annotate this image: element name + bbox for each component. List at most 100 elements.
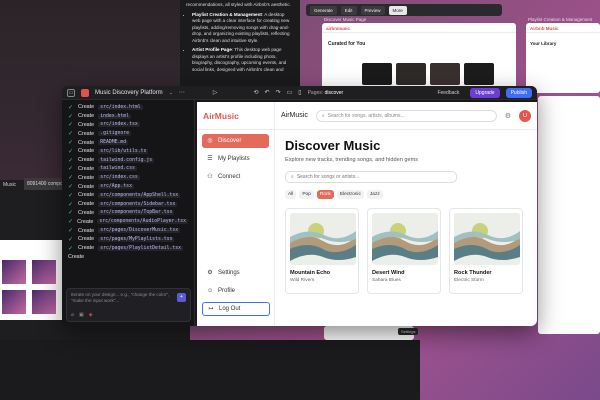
ghost-page-label-2: Playlist Creation & Management xyxy=(528,17,593,22)
track-artist: Sahara Blues xyxy=(372,278,401,283)
more-icon[interactable]: ⋯ xyxy=(179,89,185,96)
background-bottom xyxy=(0,340,420,400)
track-card[interactable]: Desert Wind Sahara Blues xyxy=(367,208,441,294)
attach-icon[interactable]: ⌀ xyxy=(71,312,74,318)
header-search-input[interactable]: ⌕ Search for songs, artists, albums... xyxy=(315,109,497,122)
track-title: Desert Wind xyxy=(372,270,405,276)
log-row: ✓ Create src/index.tsx xyxy=(68,121,188,130)
header-brand: AirMusic xyxy=(281,112,308,119)
mobile-view-icon[interactable]: ▯ xyxy=(298,89,301,96)
check-icon: ✓ xyxy=(68,113,74,120)
settings-chip[interactable]: Settings xyxy=(398,328,419,335)
project-title[interactable]: Music Discovery Platform xyxy=(95,90,163,96)
compass-icon: ◎ xyxy=(207,138,213,144)
log-verb: Create xyxy=(78,139,95,146)
settings-icon[interactable]: ⚙ xyxy=(505,112,511,120)
play-icon[interactable]: ▷ xyxy=(213,89,218,96)
undo-icon[interactable]: ↶ xyxy=(265,89,270,96)
check-icon: ✓ xyxy=(68,219,74,226)
sidebar-item-settings[interactable]: ⚙ Settings xyxy=(202,266,270,280)
genre-chip-jazz[interactable]: Jazz xyxy=(366,190,383,199)
app-brand[interactable]: AirMusic xyxy=(197,102,274,130)
more-button[interactable]: More xyxy=(388,5,407,15)
feedback-button[interactable]: Feedback xyxy=(432,88,464,98)
page-selector[interactable]: Pages: discover xyxy=(308,90,344,96)
generation-log-panel: ✓ Create src/index.html ✓ Create index.html ✓ C… xyxy=(62,100,195,326)
sidebar-item-logout[interactable]: ↦ Log Out xyxy=(202,302,270,316)
builder-window: ▭ Music Discovery Platform ⌄ ⋯ ▷ ⟲ ↶ ↷ ▭… xyxy=(62,86,537,326)
sidebar-item-connect[interactable]: ⚇ Connect xyxy=(202,170,269,184)
log-row: ✓ Create .gitignore xyxy=(68,129,188,138)
user-icon: ☺ xyxy=(207,288,214,294)
ghost-discover-page[interactable]: airbnmusic Curated for You xyxy=(322,23,516,89)
genre-chip-all[interactable]: All xyxy=(285,190,297,199)
track-artist: Electric Storm xyxy=(454,278,484,283)
log-verb: Create xyxy=(78,165,95,172)
log-verb: Create xyxy=(78,174,95,181)
log-file-path: .gitignore xyxy=(98,131,132,137)
album-art xyxy=(372,213,438,265)
ghost-playlist-page[interactable]: Airbnb Music Your Library xyxy=(526,23,600,93)
chevron-down-icon[interactable]: ⌄ xyxy=(169,90,173,96)
log-file-path: src/components/AppShell.tsx xyxy=(98,192,181,198)
gear-icon: ⚙ xyxy=(207,270,213,276)
publish-button[interactable]: Publish xyxy=(505,87,532,98)
preview-toolbar: Generate Edit Preview More xyxy=(306,4,502,16)
genre-chip-rock[interactable]: Rock xyxy=(316,190,334,199)
history-icon[interactable]: ⟲ xyxy=(254,89,259,96)
log-verb: Create xyxy=(78,121,95,128)
check-icon: ✓ xyxy=(68,192,74,199)
app-sidebar: AirMusic ◎ Discover ☰ My Playlists ⚇ Con… xyxy=(197,102,275,326)
song-search-input[interactable]: ⌕ Search for songs or artists... xyxy=(285,171,457,183)
page-subtitle: Explore new tracks, trending songs, and … xyxy=(285,157,419,163)
logout-icon: ↦ xyxy=(208,306,214,312)
search-icon: ⌕ xyxy=(321,112,325,119)
log-verb: Create xyxy=(78,113,95,120)
check-icon: ✓ xyxy=(68,131,74,138)
log-file-path: index.html xyxy=(98,113,132,119)
log-verb: Create xyxy=(78,183,95,190)
genre-chip-pop[interactable]: Pop xyxy=(299,190,314,199)
sidebar-toggle-icon[interactable]: ▭ xyxy=(67,88,75,97)
log-verb: Create xyxy=(78,236,95,243)
log-verb: Create xyxy=(78,148,95,155)
log-file-path: tailwind.css xyxy=(98,166,137,172)
sidebar-item-profile[interactable]: ☺ Profile xyxy=(202,284,270,298)
log-verb: Create xyxy=(68,253,85,260)
design-notes: recommendations, all styled with Airbnb'… xyxy=(180,0,300,90)
genre-chip-electronic[interactable]: Electronic xyxy=(336,190,364,199)
log-file-path: src/lib/utils.ts xyxy=(98,148,149,154)
send-button[interactable]: + xyxy=(177,293,186,302)
sidebar-item-my-playlists[interactable]: ☰ My Playlists xyxy=(202,152,269,166)
log-row: ✓ Create src/components/AudioPlayer.tsx xyxy=(68,217,188,226)
log-file-path: src/App.tsx xyxy=(98,184,134,190)
page-title: Discover Music xyxy=(285,138,381,153)
log-row: ✓ Create src/pages/MyPlaylists.tsx xyxy=(68,235,188,244)
log-verb: Create xyxy=(78,104,95,111)
image-icon[interactable]: ▣ xyxy=(79,312,84,318)
track-card[interactable]: Rock Thunder Electric Storm xyxy=(449,208,523,294)
log-file-path: tailwind.config.js xyxy=(98,157,155,163)
figma-icon[interactable]: ◈ xyxy=(89,312,93,318)
edit-button[interactable]: Edit xyxy=(340,5,357,15)
album-art xyxy=(290,213,356,265)
prompt-input[interactable]: Iterate on your design... e.g., "change … xyxy=(66,288,191,322)
log-row-pending: Create xyxy=(68,253,188,262)
log-verb: Create xyxy=(78,245,95,252)
log-file-path: src/components/Sidebar.tsx xyxy=(98,201,178,207)
track-card[interactable]: Mountain Echo Wild Rivers xyxy=(285,208,359,294)
check-icon: ✓ xyxy=(68,148,74,155)
upgrade-button[interactable]: Upgrade xyxy=(470,87,500,98)
log-verb: Create xyxy=(78,201,95,208)
sidebar-item-discover[interactable]: ◎ Discover xyxy=(202,134,269,148)
redo-icon[interactable]: ↷ xyxy=(276,89,281,96)
album-art xyxy=(454,213,520,265)
log-file-path: src/index.tsx xyxy=(98,122,140,128)
track-title: Mountain Echo xyxy=(290,270,331,276)
log-row: ✓ Create src/pages/PlaylistDetail.tsx xyxy=(68,244,188,253)
avatar[interactable]: U xyxy=(519,109,531,122)
generate-button[interactable]: Generate xyxy=(310,5,337,15)
desktop-view-icon[interactable]: ▭ xyxy=(287,89,293,96)
bg-thumbnail-grid xyxy=(0,240,62,320)
preview-button[interactable]: Preview xyxy=(360,5,385,15)
